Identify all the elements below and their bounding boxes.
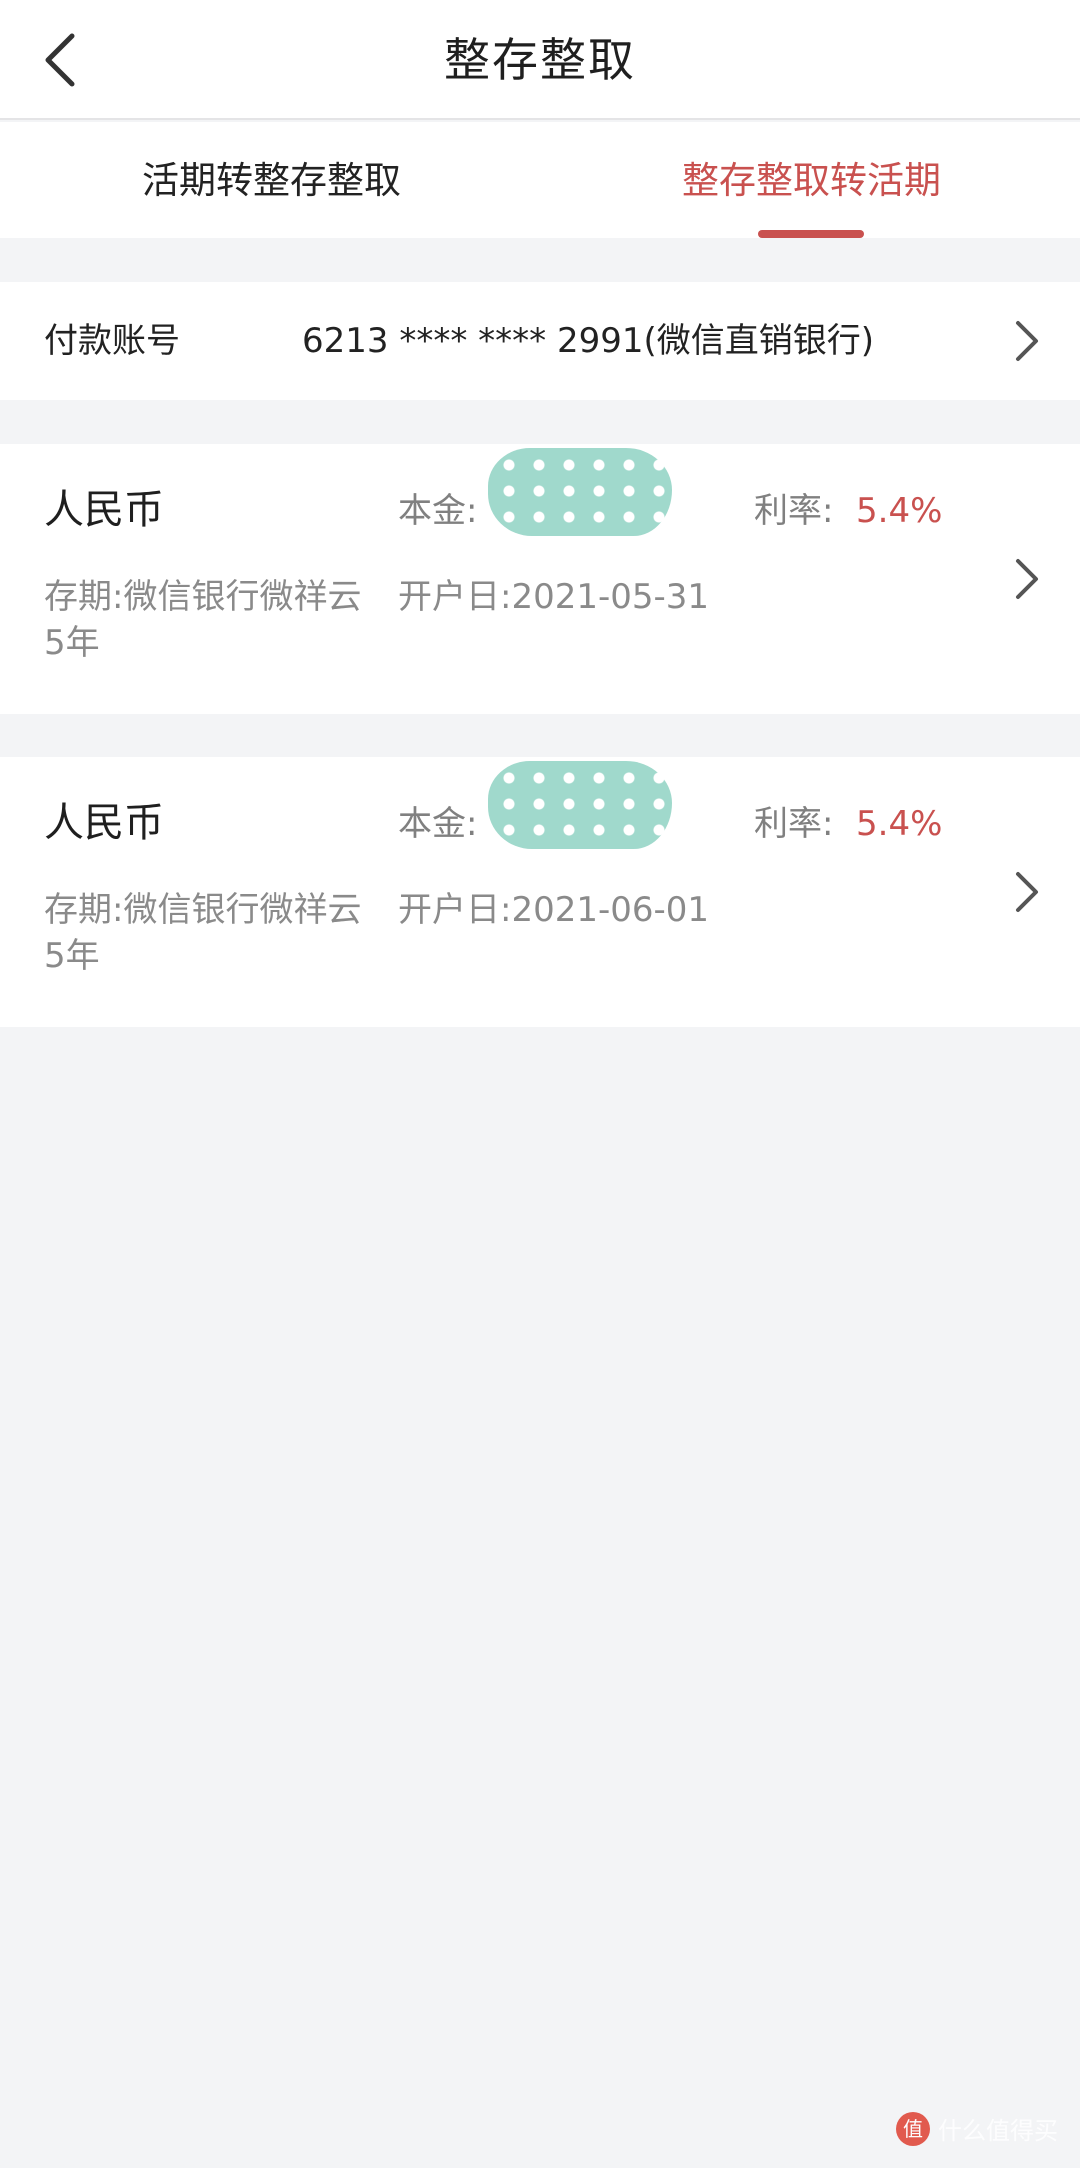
- payment-account-value: 6213 **** **** 2991(微信直销银行): [302, 321, 875, 361]
- deposit-product: 微信银行微祥云: [123, 890, 362, 930]
- page-title: 整存整取: [444, 33, 636, 87]
- page: 整存整取 活期转整存整取 整存整取转活期 付款账号 6213 **** ****…: [0, 0, 1080, 2168]
- deposit-currency: 人民币: [44, 800, 164, 846]
- deposit-term-value: 5年: [44, 623, 100, 663]
- deposit-product: 微信银行微祥云: [123, 577, 362, 617]
- tab-current-to-fixed[interactable]: 活期转整存整取: [142, 156, 401, 216]
- chevron-right-icon: [1016, 559, 1038, 599]
- tab-bar: 活期转整存整取 整存整取转活期: [0, 122, 1080, 238]
- interest-rate-label: 利率:: [754, 491, 834, 531]
- open-date-label: 开户日:: [398, 890, 512, 930]
- open-date-value: 2021-06-01: [511, 890, 710, 930]
- watermark-text: 什么值得买: [938, 2117, 1058, 2145]
- interest-rate-value: 5.4%: [856, 804, 943, 844]
- deposit-term-line: 存期:微信银行微祥云: [44, 574, 361, 620]
- deposit-term-label: 存期:: [44, 890, 124, 930]
- redacted-principal-sticker: [488, 761, 672, 849]
- open-date-label: 开户日:: [398, 577, 512, 617]
- chevron-right-icon: [1016, 872, 1038, 912]
- payment-account-row[interactable]: 付款账号 6213 **** **** 2991(微信直销银行): [0, 282, 1080, 400]
- deposit-term-value: 5年: [44, 936, 100, 976]
- deposit-item[interactable]: 人民币 本金: 利率: 5.4% 存期:微信银行微祥云 开户日:2021-06-…: [0, 757, 1080, 1027]
- watermark-logo: 值: [896, 2111, 930, 2146]
- interest-rate-value: 5.4%: [856, 491, 943, 531]
- app-header: 整存整取: [0, 0, 1080, 120]
- open-date-line: 开户日:2021-06-01: [398, 887, 709, 933]
- deposit-term-label: 存期:: [44, 577, 124, 617]
- tab-fixed-to-current[interactable]: 整存整取转活期: [682, 156, 941, 216]
- deposit-term-line: 存期:微信银行微祥云: [44, 887, 361, 933]
- principal-label: 本金:: [398, 491, 478, 531]
- payment-account-label: 付款账号: [44, 321, 180, 361]
- deposit-item[interactable]: 人民币 本金: 利率: 5.4% 存期:微信银行微祥云 开户日:2021-05-…: [0, 444, 1080, 714]
- site-watermark: 值 什么值得买: [896, 2111, 1058, 2146]
- principal-label: 本金:: [398, 804, 478, 844]
- redacted-principal-sticker: [488, 448, 672, 536]
- open-date-value: 2021-05-31: [511, 577, 710, 617]
- open-date-line: 开户日:2021-05-31: [398, 574, 709, 620]
- interest-rate-label: 利率:: [754, 804, 834, 844]
- active-tab-indicator: [758, 230, 864, 238]
- chevron-right-icon: [1016, 321, 1038, 361]
- deposit-currency: 人民币: [44, 487, 164, 533]
